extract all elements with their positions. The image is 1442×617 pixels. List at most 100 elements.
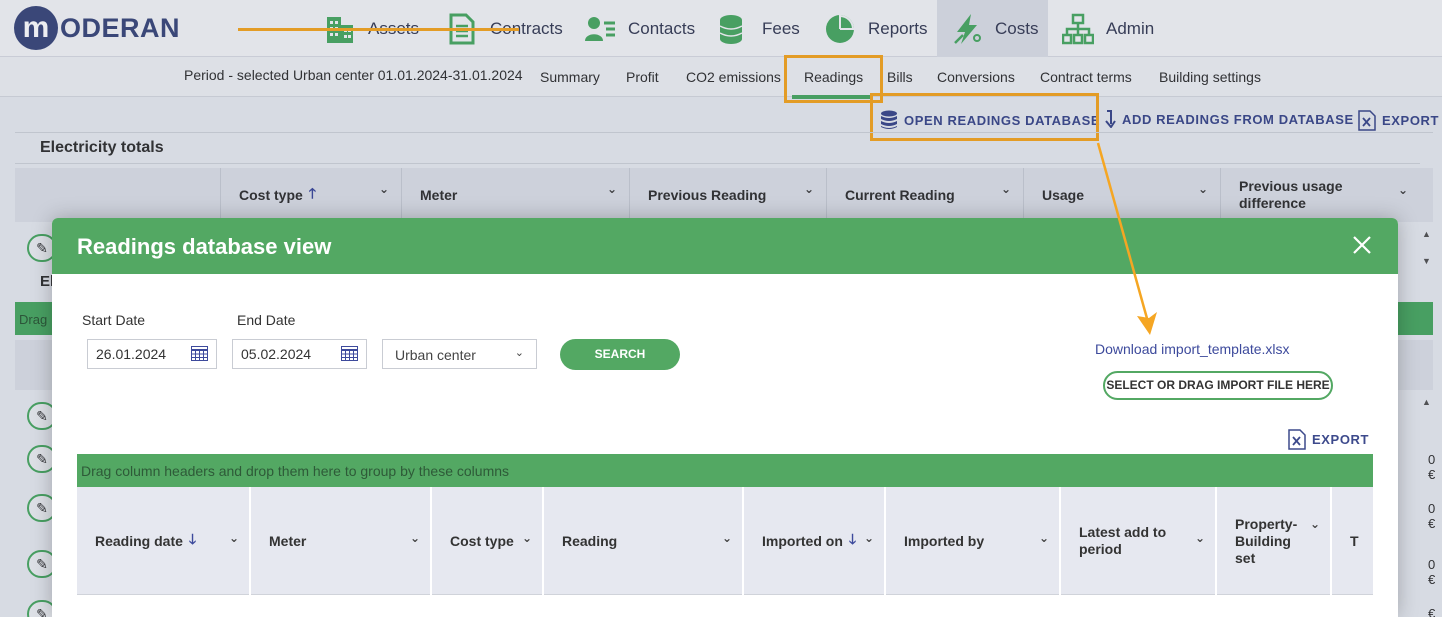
import-file-dropzone[interactable]: SELECT OR DRAG IMPORT FILE HERE bbox=[1103, 371, 1333, 400]
readings-database-modal: Readings database view Start Date End Da… bbox=[52, 218, 1398, 617]
readings-tab-highlight bbox=[784, 55, 883, 103]
nav-admin[interactable]: Admin bbox=[1062, 0, 1154, 57]
amount-cell: € bbox=[1428, 606, 1436, 617]
tab-conversions[interactable]: Conversions bbox=[937, 69, 1015, 85]
nav-costs[interactable]: Costs bbox=[937, 0, 1048, 57]
nav-admin-label: Admin bbox=[1106, 18, 1155, 38]
open-db-highlight bbox=[870, 93, 1099, 141]
column-header-meter[interactable]: Meter ⌄ bbox=[249, 487, 430, 595]
nav-contacts-label: Contacts bbox=[628, 18, 696, 38]
modal-export-label: EXPORT bbox=[1312, 432, 1370, 447]
logo-text: ODERAN bbox=[60, 12, 181, 43]
tab-co2-emissions[interactable]: CO2 emissions bbox=[686, 69, 781, 85]
end-date-input[interactable]: 05.02.2024 bbox=[232, 339, 367, 369]
org-chart-icon bbox=[1062, 13, 1094, 44]
sort-up-icon: 🡑 bbox=[308, 185, 317, 201]
close-icon[interactable] bbox=[1350, 233, 1374, 257]
modal-header: Readings database view bbox=[52, 218, 1398, 274]
chevron-down-icon[interactable]: ⌄ bbox=[410, 531, 420, 545]
column-header-reading[interactable]: Reading ⌄ bbox=[542, 487, 742, 595]
chevron-down-icon[interactable]: ⌄ bbox=[1195, 531, 1205, 545]
background-group-bar-text: Drag bbox=[19, 312, 48, 327]
tab-profit[interactable]: Profit bbox=[626, 69, 659, 85]
column-header-property-building-set[interactable]: Property-Building set ⌄ bbox=[1215, 487, 1330, 595]
period-highlight-underline bbox=[238, 28, 519, 31]
scroll-up-arrow-icon[interactable]: ▲ bbox=[1422, 229, 1431, 239]
download-template-link[interactable]: Download import_template.xlsx bbox=[1095, 341, 1290, 357]
chevron-down-icon[interactable]: ⌄ bbox=[804, 182, 814, 196]
contact-card-icon bbox=[585, 16, 615, 41]
amount-cell: 0 € bbox=[1428, 557, 1436, 587]
end-date-label: End Date bbox=[237, 312, 296, 328]
scroll-down-arrow-icon[interactable]: ▼ bbox=[1422, 256, 1431, 266]
modal-title: Readings database view bbox=[77, 234, 332, 259]
nav-reports[interactable]: Reports bbox=[824, 0, 928, 57]
group-by-drop-zone[interactable]: Drag column headers and drop them here t… bbox=[77, 454, 1373, 487]
nav-fees[interactable]: Fees bbox=[718, 0, 800, 57]
chevron-down-icon[interactable]: ⌄ bbox=[379, 182, 389, 196]
column-header-previous-reading[interactable]: Previous Reading ⌄ bbox=[629, 168, 826, 222]
scroll-up-arrow-icon[interactable]: ▲ bbox=[1422, 397, 1431, 407]
moderan-logo[interactable]: m ODERAN bbox=[14, 5, 180, 51]
column-header-reading-date[interactable]: Reading date 🡓 ⌄ bbox=[77, 487, 249, 595]
amount-cell: 0 € bbox=[1428, 452, 1436, 482]
add-readings-from-database-button[interactable]: ADD READINGS FROM DATABASE bbox=[1104, 110, 1354, 128]
column-header-latest-add-to-period[interactable]: Latest add to period ⌄ bbox=[1059, 487, 1215, 595]
chevron-down-icon[interactable]: ⌄ bbox=[864, 531, 874, 545]
column-header-cost-type[interactable]: Cost type ⌄ bbox=[430, 487, 542, 595]
location-value: Urban center bbox=[395, 347, 476, 363]
electricity-totals-header: Cost type 🡑 ⌄ Meter ⌄ Previous Reading ⌄ Cur… bbox=[15, 168, 1433, 222]
location-select[interactable]: Urban center ⌄ bbox=[382, 339, 537, 369]
column-header-usage[interactable]: Usage ⌄ bbox=[1023, 168, 1220, 222]
chevron-down-icon[interactable]: ⌄ bbox=[722, 531, 732, 545]
sort-down-icon: 🡓 bbox=[188, 531, 197, 547]
column-header-cost-type[interactable]: Cost type 🡑 ⌄ bbox=[220, 168, 401, 222]
modal-export-button[interactable]: EXPORT bbox=[1288, 429, 1369, 450]
excel-file-icon bbox=[1358, 110, 1376, 131]
export-button[interactable]: EXPORT bbox=[1358, 110, 1439, 131]
nav-reports-label: Reports bbox=[868, 18, 928, 38]
chevron-down-icon[interactable]: ⌄ bbox=[1398, 182, 1408, 199]
tab-contract-terms[interactable]: Contract terms bbox=[1040, 69, 1132, 85]
readings-grid-header: Reading date 🡓 ⌄ Meter ⌄ Cost type ⌄ Reading… bbox=[77, 487, 1373, 595]
nav-contacts[interactable]: Contacts bbox=[584, 0, 695, 57]
chevron-down-icon[interactable]: ⌄ bbox=[607, 182, 617, 196]
start-date-input[interactable]: 26.01.2024 bbox=[87, 339, 217, 369]
chevron-down-icon: ⌄ bbox=[514, 347, 524, 359]
chevron-down-icon[interactable]: ⌄ bbox=[1039, 531, 1049, 545]
arrow-down-icon bbox=[1105, 110, 1116, 128]
search-button[interactable]: SEARCH bbox=[560, 339, 680, 370]
chevron-down-icon[interactable]: ⌄ bbox=[1198, 182, 1208, 196]
nav-costs-label: Costs bbox=[995, 18, 1039, 38]
nav-fees-label: Fees bbox=[762, 18, 800, 38]
column-header-previous-usage-difference[interactable]: Previous usage difference ⌄ bbox=[1220, 168, 1420, 222]
chevron-down-icon[interactable]: ⌄ bbox=[1001, 182, 1011, 196]
tab-summary[interactable]: Summary bbox=[540, 69, 600, 85]
tab-bills[interactable]: Bills bbox=[887, 69, 913, 85]
chevron-down-icon[interactable]: ⌄ bbox=[522, 531, 532, 545]
divider bbox=[15, 132, 1433, 133]
coins-icon bbox=[719, 14, 743, 44]
top-navigation: m ODERAN Assets Contracts Contacts Fees … bbox=[0, 0, 1442, 57]
column-header-truncated[interactable]: T bbox=[1330, 487, 1373, 595]
section-title: Electricity totals bbox=[40, 139, 164, 156]
calendar-icon[interactable] bbox=[341, 346, 358, 361]
add-readings-label: ADD READINGS FROM DATABASE bbox=[1122, 111, 1354, 127]
divider bbox=[15, 163, 1420, 164]
start-date-label: Start Date bbox=[82, 312, 146, 328]
column-header-meter[interactable]: Meter ⌄ bbox=[401, 168, 629, 222]
sort-down-icon: 🡓 bbox=[848, 531, 857, 547]
calendar-icon[interactable] bbox=[191, 346, 208, 361]
chevron-down-icon[interactable]: ⌄ bbox=[1310, 517, 1320, 531]
sub-navigation: Period - selected Urban center 01.01.202… bbox=[0, 57, 1442, 97]
column-header-current-reading[interactable]: Current Reading ⌄ bbox=[826, 168, 1023, 222]
start-date-value: 26.01.2024 bbox=[96, 346, 167, 362]
chevron-down-icon[interactable]: ⌄ bbox=[229, 531, 239, 545]
tab-building-settings[interactable]: Building settings bbox=[1159, 69, 1261, 85]
column-header-imported-on[interactable]: Imported on 🡓 ⌄ bbox=[742, 487, 884, 595]
column-header-imported-by[interactable]: Imported by ⌄ bbox=[884, 487, 1059, 595]
amount-cell: 0 € bbox=[1428, 501, 1436, 531]
end-date-value: 05.02.2024 bbox=[241, 346, 312, 362]
period-selector[interactable]: Period - selected Urban center 01.01.202… bbox=[184, 67, 523, 83]
lightning-percent-icon bbox=[954, 13, 981, 44]
